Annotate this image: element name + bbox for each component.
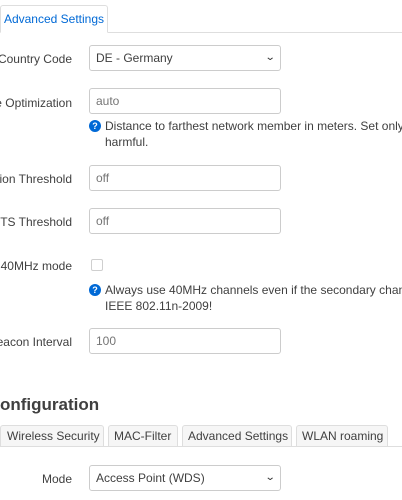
distance-optimization-input[interactable] (89, 88, 281, 114)
interface-configuration-title: onfiguration (0, 395, 100, 414)
country-code-label: Country Code (0, 52, 72, 66)
chevron-down-icon: ⌄ (264, 52, 276, 63)
tab-advanced-settings[interactable]: Advanced Settings (0, 5, 108, 33)
mode-label: Mode (41, 472, 72, 486)
beacon-interval-label: eacon Interval (0, 335, 72, 349)
force-40mhz-checkbox[interactable] (91, 259, 103, 271)
beacon-interval-input[interactable] (89, 328, 281, 354)
country-code-value: DE - Germany (96, 51, 173, 65)
mode-value: Access Point (WDS) (96, 471, 205, 485)
mode-select[interactable]: Access Point (WDS) ⌄ (89, 465, 281, 491)
tab-wlan-roaming[interactable]: WLAN roaming (296, 425, 388, 447)
chevron-down-icon: ⌄ (264, 472, 276, 483)
distance-help-text: Distance to farthest network member in m… (105, 119, 402, 149)
fragmentation-threshold-label: ion Threshold (0, 172, 72, 186)
distance-optimization-label: e Optimization (0, 96, 72, 110)
force-40mhz-help: ? Always use 40MHz channels even if the … (89, 282, 402, 314)
force-40mhz-help-text: Always use 40MHz channels even if the se… (105, 283, 402, 313)
distance-help: ? Distance to farthest network member in… (89, 118, 402, 150)
tab-mac-filter[interactable]: MAC-Filter (108, 425, 178, 447)
tab-wireless-security[interactable]: Wireless Security (0, 425, 104, 447)
question-icon: ? (89, 284, 101, 296)
force-40mhz-label: 40MHz mode (0, 259, 72, 273)
country-code-select[interactable]: DE - Germany ⌄ (89, 45, 281, 71)
rts-threshold-label: TS Threshold (0, 215, 72, 229)
question-icon: ? (89, 120, 101, 132)
fragmentation-threshold-input[interactable] (89, 165, 281, 191)
tab-advanced-settings-iface[interactable]: Advanced Settings (182, 425, 292, 447)
rts-threshold-input[interactable] (89, 208, 281, 234)
